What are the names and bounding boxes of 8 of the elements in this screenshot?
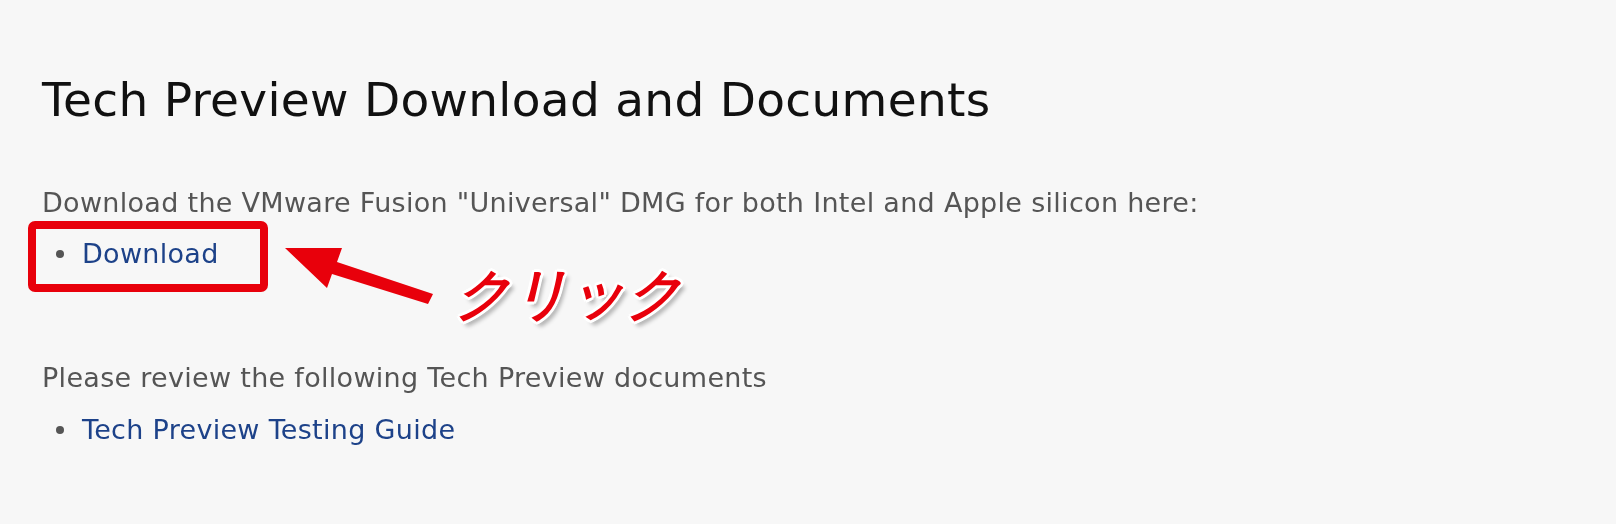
page-heading: Tech Preview Download and Documents: [42, 71, 992, 129]
intro-text: Download the VMware Fusion "Universal" DMG for both Intel and Apple silicon here:: [42, 186, 1200, 220]
intro-text: Please review the following Tech Preview documents: [42, 361, 768, 395]
document-link[interactable]: Download: [82, 236, 219, 272]
document-link[interactable]: Tech Preview Testing Guide: [82, 412, 456, 448]
bullet-icon: [56, 426, 64, 434]
annotation-label: クリック: [455, 266, 683, 322]
bullet-icon: [56, 250, 64, 258]
